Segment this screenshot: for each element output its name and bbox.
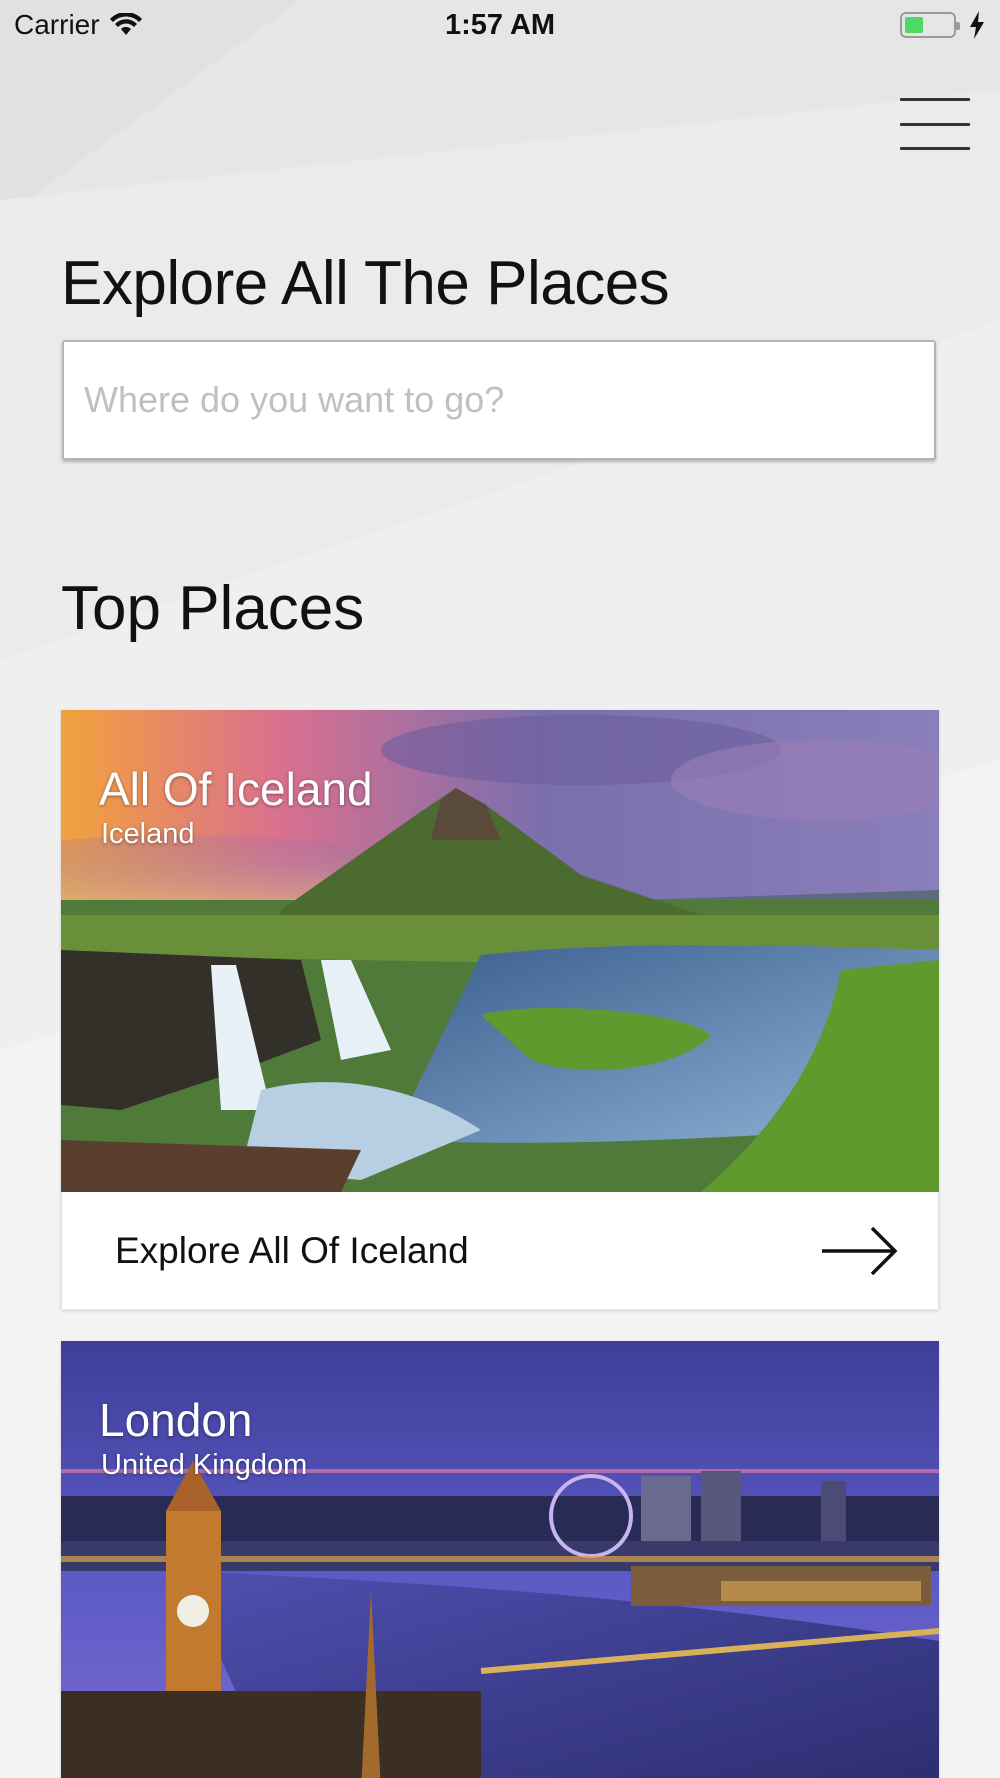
status-left: Carrier [14,9,142,41]
menu-line [900,122,970,126]
status-time: 1:57 AM [444,8,556,41]
menu-line [900,98,970,101]
battery-level [905,17,924,33]
hamburger-menu-icon[interactable] [900,98,970,150]
card-title: All Of Iceland [99,763,373,815]
explore-button-label: Explore All Of Iceland [115,1229,469,1271]
menu-line [900,147,970,150]
search-field[interactable] [62,340,936,460]
arrow-right-icon [822,1226,898,1275]
card-subtitle: United Kingdom [101,1449,308,1481]
search-input[interactable] [84,379,914,421]
status-right [900,11,986,39]
charging-bolt-icon [970,11,984,39]
page-title: Explore All The Places [61,249,670,318]
card-title: London [99,1394,253,1446]
explore-iceland-button[interactable]: Explore All Of Iceland [61,1192,939,1310]
top-places-heading: Top Places [61,574,365,643]
place-card-london[interactable]: London United Kingdom [61,1341,939,1778]
card-subtitle: Iceland [101,818,195,850]
battery-icon [900,12,960,38]
wifi-icon [109,13,142,35]
carrier-label: Carrier [14,9,100,40]
place-card-iceland[interactable]: All Of Iceland Iceland Explore All Of Ic… [61,710,939,1310]
london-image[interactable]: London United Kingdom [61,1341,939,1778]
iceland-image[interactable]: All Of Iceland Iceland [61,710,939,1192]
status-bar: Carrier 1:57 AM [0,0,1000,50]
